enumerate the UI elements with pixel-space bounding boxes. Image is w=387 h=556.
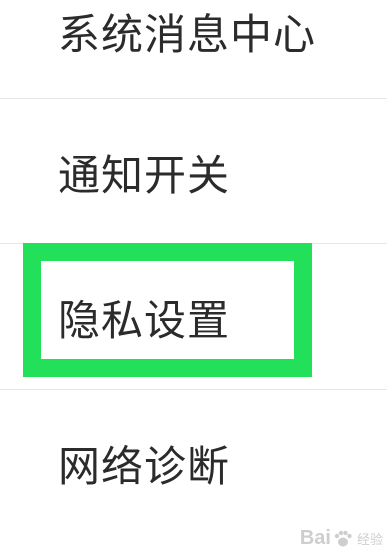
- menu-item-label: 网络诊断: [58, 442, 231, 491]
- paw-icon: [334, 530, 352, 546]
- watermark: Bai 经验: [300, 527, 383, 550]
- watermark-suffix: 经验: [356, 532, 383, 547]
- watermark-brand: Bai: [299, 527, 331, 549]
- menu-item-notification-switch[interactable]: 通知开关: [0, 99, 387, 242]
- menu-item-label: 通知开关: [58, 151, 231, 200]
- menu-item-system-messages[interactable]: 系统消息中心: [0, 0, 387, 98]
- highlight-box: [23, 243, 312, 377]
- menu-item-label: 系统消息中心: [58, 10, 317, 59]
